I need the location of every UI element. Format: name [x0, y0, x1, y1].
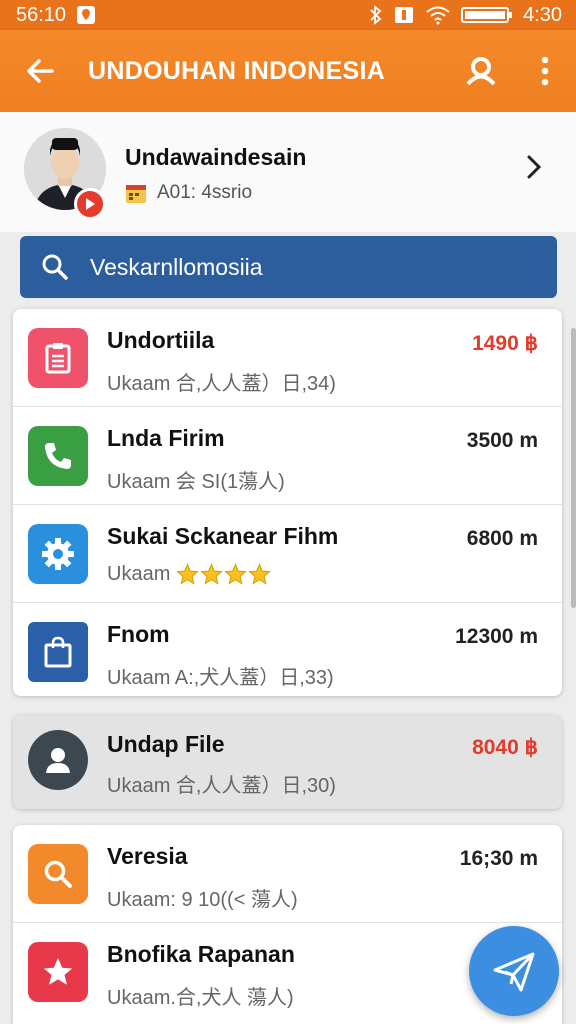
list-item[interactable]: Undortiila Ukaam 合,人人蓋）日,34) 1490 ฿ [13, 309, 562, 407]
list-item-value: 16;30 m [459, 847, 538, 870]
bluetooth-icon [369, 5, 383, 25]
list-item-subtitle: Ukaam [107, 563, 171, 585]
clipboard-icon [28, 328, 88, 388]
wifi-icon [425, 5, 451, 25]
list-item-subtitle-row: Ukaam [107, 563, 272, 586]
arrow-left-icon [27, 59, 54, 83]
star-icon [248, 563, 272, 585]
account-button[interactable] [448, 30, 514, 112]
list-item-subtitle: Ukaam 会 SI(1蕩人) [107, 471, 285, 493]
search-input[interactable]: Veskarnllomosiia [20, 236, 557, 298]
status-bar: 56:10 4:30 [0, 0, 576, 30]
list-item-subtitle: Ukaam: 9 10((< 蕩人) [107, 889, 298, 911]
profile-subtitle-row: A01: 4ssrio [125, 182, 252, 204]
scrollbar[interactable] [571, 328, 576, 608]
nfc-icon [393, 5, 415, 25]
list-item-title: Bnofika Rapanan [107, 941, 295, 967]
phone-icon [28, 426, 88, 486]
list-item-value: 8040 ฿ [472, 736, 538, 759]
list-item[interactable]: Sukai Sckanear Fihm Ukaam 6800 m [13, 505, 562, 603]
list-item-title: Undortiila [107, 327, 215, 353]
list-item-title: Lnda Firim [107, 425, 225, 451]
list-item[interactable]: Veresia Ukaam: 9 10((< 蕩人) 16;30 m [13, 825, 562, 923]
list-item-title: Veresia [107, 843, 188, 869]
list-item-subtitle: Ukaam 合,人人蓋）日,30) [107, 775, 336, 797]
profile-name: Undawaindesain [125, 144, 307, 170]
search-value: Veskarnllomosiia [90, 253, 263, 280]
calendar-icon [126, 185, 146, 203]
list-item-title: Undap File [107, 731, 225, 757]
star-icon [176, 563, 200, 585]
star-icon [224, 563, 248, 585]
person-icon [28, 730, 88, 790]
send-icon [493, 952, 535, 992]
page-title: UNDOUHAN INDONESIA [88, 56, 386, 85]
star-icon [28, 942, 88, 1002]
list-item-value: 3500 m [466, 429, 538, 452]
person-icon [466, 57, 496, 86]
search-icon [28, 844, 88, 904]
star-icon [200, 563, 224, 585]
shopping-bag-icon [28, 622, 88, 682]
list-item-subtitle: Ukaam 合,人人蓋）日,34) [107, 373, 336, 395]
status-time-right: 4:30 [523, 3, 562, 26]
back-button[interactable] [0, 30, 80, 112]
status-time-left: 56:10 [16, 3, 67, 26]
list-item[interactable]: Fnom Ukaam A:,犬人蓋）日,33) 12300 m [13, 603, 562, 696]
list-item-subtitle: Ukaam.合,犬人 蕩人) [107, 987, 294, 1009]
battery-icon [461, 5, 513, 25]
chevron-right-icon [526, 154, 542, 185]
more-vertical-icon [541, 56, 549, 86]
list-item-subtitle: Ukaam A:,犬人蓋）日,33) [107, 667, 334, 689]
profile-header[interactable]: Undawaindesain A01: 4ssrio [0, 112, 576, 232]
list-item-title: Sukai Sckanear Fihm [107, 523, 339, 549]
list-item[interactable]: Lnda Firim Ukaam 会 SI(1蕩人) 3500 m [13, 407, 562, 505]
profile-subtitle: A01: 4ssrio [157, 182, 253, 203]
list-item[interactable]: Undap File Ukaam 合,人人蓋）日,30) 8040 ฿ [13, 715, 562, 809]
location-icon [76, 5, 96, 25]
play-icon [86, 198, 95, 210]
list-card-main: Undortiila Ukaam 合,人人蓋）日,34) 1490 ฿ Lnda… [13, 309, 562, 696]
list-card-secondary: Undap File Ukaam 合,人人蓋）日,30) 8040 ฿ [13, 715, 562, 809]
list-item-value: 1490 ฿ [472, 332, 538, 355]
gear-icon [28, 524, 88, 584]
more-options-button[interactable] [514, 30, 576, 112]
list-item-value: 6800 m [466, 527, 538, 550]
list-item-value: 12300 m [455, 625, 538, 648]
rating-stars [176, 563, 272, 586]
send-fab-button[interactable] [469, 926, 559, 1016]
search-icon [20, 253, 90, 281]
play-badge [74, 188, 106, 220]
list-item-title: Fnom [107, 621, 170, 647]
app-bar: UNDOUHAN INDONESIA [0, 30, 576, 112]
